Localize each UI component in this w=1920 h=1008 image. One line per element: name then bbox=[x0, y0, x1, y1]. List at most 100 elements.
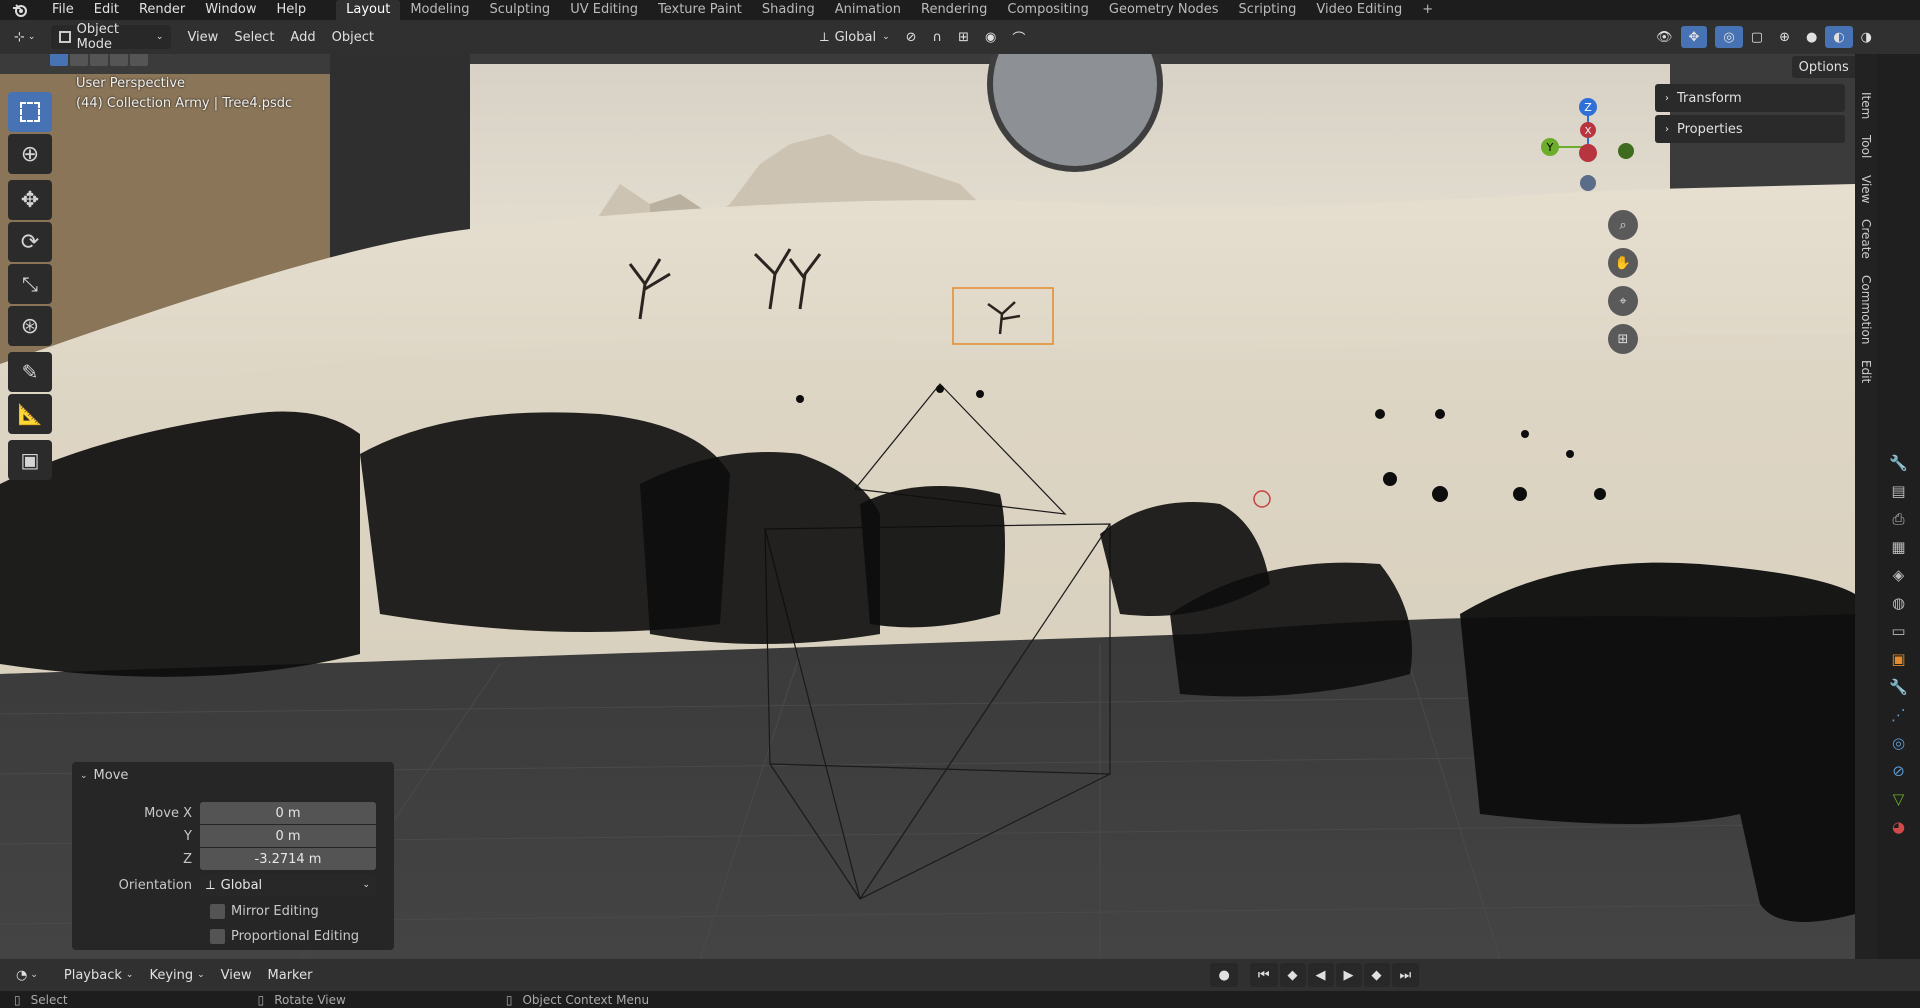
next-keyframe-button[interactable]: ◆ bbox=[1363, 963, 1390, 987]
timeline-menu-marker[interactable]: Marker bbox=[260, 963, 321, 987]
modifier-properties-icon[interactable]: 🔧 bbox=[1889, 678, 1908, 696]
orientation-select[interactable]: ⟂ Global ⌄ bbox=[200, 874, 376, 896]
move-x-field[interactable]: 0 m bbox=[200, 802, 376, 824]
select-subtract-mode-icon[interactable] bbox=[90, 54, 108, 66]
tab-layout[interactable]: Layout bbox=[336, 0, 401, 20]
collection-properties-icon[interactable]: ▭ bbox=[1891, 622, 1905, 640]
view-layer-icon[interactable]: ▦ bbox=[1891, 538, 1905, 556]
zoom-icon[interactable]: ⌕ bbox=[1608, 210, 1638, 240]
select-box-tool[interactable] bbox=[8, 92, 52, 132]
pan-hand-icon[interactable]: ✋ bbox=[1608, 248, 1638, 278]
timeline-menu-keying[interactable]: Keying ⌄ bbox=[141, 963, 212, 987]
header-menu-select[interactable]: Select bbox=[226, 25, 282, 49]
rotate-tool[interactable]: ⟳ bbox=[8, 222, 52, 262]
material-properties-icon[interactable]: ◕ bbox=[1892, 818, 1905, 836]
scene-properties-icon[interactable]: ◈ bbox=[1893, 566, 1905, 584]
tab-compositing[interactable]: Compositing bbox=[997, 0, 1099, 20]
tab-video-editing[interactable]: Video Editing bbox=[1306, 0, 1412, 20]
gizmo-toggle-button[interactable]: ✥ bbox=[1680, 26, 1708, 48]
tab-sculpting[interactable]: Sculpting bbox=[479, 0, 560, 20]
shading-material-button[interactable]: ◐ bbox=[1825, 26, 1853, 48]
select-intersect-mode-icon[interactable] bbox=[130, 54, 148, 66]
menu-render[interactable]: Render bbox=[129, 0, 195, 20]
physics-properties-icon[interactable]: ◎ bbox=[1892, 734, 1905, 752]
move-z-field[interactable]: -3.2714 m bbox=[200, 848, 376, 870]
select-invert-mode-icon[interactable] bbox=[110, 54, 128, 66]
jump-start-button[interactable]: ⏮ bbox=[1249, 963, 1278, 987]
properties-panel-header[interactable]: › Properties bbox=[1655, 115, 1845, 143]
tab-uv-editing[interactable]: UV Editing bbox=[560, 0, 648, 20]
tab-texture-paint[interactable]: Texture Paint bbox=[648, 0, 752, 20]
proportional-editing-checkbox[interactable] bbox=[210, 928, 225, 944]
measure-tool[interactable]: 📐 bbox=[8, 394, 52, 434]
navigation-gizmo[interactable]: Z Y X bbox=[1540, 92, 1640, 202]
output-properties-icon[interactable]: ⎙ bbox=[1892, 510, 1904, 528]
cursor-tool[interactable]: ⊕ bbox=[8, 134, 52, 174]
render-properties-icon[interactable]: ▤ bbox=[1891, 482, 1905, 500]
orientation-dropdown[interactable]: ⟂ Global ⌄ bbox=[812, 25, 898, 49]
camera-view-icon[interactable]: ⌖ bbox=[1608, 286, 1638, 316]
shading-solid-button[interactable]: ● bbox=[1798, 25, 1825, 49]
tab-modeling[interactable]: Modeling bbox=[400, 0, 479, 20]
data-properties-icon[interactable]: ▽ bbox=[1893, 790, 1905, 808]
tab-scripting[interactable]: Scripting bbox=[1229, 0, 1307, 20]
timeline-editor-type[interactable]: ◔ ⌄ bbox=[8, 963, 46, 987]
blender-logo-icon[interactable] bbox=[10, 0, 30, 20]
shading-wireframe-button[interactable]: ⊕ bbox=[1771, 25, 1798, 49]
tab-commotion[interactable]: Commotion bbox=[1855, 267, 1877, 352]
menu-window[interactable]: Window bbox=[195, 0, 266, 20]
record-button[interactable]: ● bbox=[1210, 963, 1238, 987]
prev-keyframe-button[interactable]: ◆ bbox=[1279, 963, 1306, 987]
select-extend-mode-icon[interactable] bbox=[70, 54, 88, 66]
move-panel-header[interactable]: ⌄ Move bbox=[80, 768, 128, 783]
mirror-editing-checkbox[interactable] bbox=[210, 903, 225, 919]
world-properties-icon[interactable]: ◍ bbox=[1892, 594, 1905, 612]
tool-properties-icon[interactable]: 🔧 bbox=[1889, 454, 1908, 472]
shading-rendered-button[interactable]: ◑ bbox=[1853, 25, 1880, 49]
header-menu-object[interactable]: Object bbox=[324, 25, 382, 49]
tab-view[interactable]: View bbox=[1855, 167, 1877, 211]
play-button[interactable]: ▶ bbox=[1335, 963, 1362, 987]
overlay-toggle-button[interactable]: ◎ bbox=[1715, 26, 1743, 48]
pivot-point-button[interactable]: ⊘ bbox=[898, 25, 925, 49]
add-cube-tool[interactable]: ▣ bbox=[8, 440, 52, 480]
tab-geometry-nodes[interactable]: Geometry Nodes bbox=[1099, 0, 1229, 20]
transform-panel-header[interactable]: › Transform bbox=[1655, 84, 1845, 112]
proportional-edit-button[interactable]: ◉ bbox=[977, 25, 1004, 49]
move-tool[interactable]: ✥ bbox=[8, 180, 52, 220]
move-y-field[interactable]: 0 m bbox=[200, 825, 376, 847]
timeline-menu-playback[interactable]: Playback ⌄ bbox=[56, 963, 142, 987]
annotate-tool[interactable]: ✎ bbox=[8, 352, 52, 392]
header-menu-add[interactable]: Add bbox=[282, 25, 323, 49]
tab-edit[interactable]: Edit bbox=[1855, 352, 1877, 391]
select-box-mode-icon[interactable] bbox=[50, 54, 68, 66]
particle-properties-icon[interactable]: ⋰ bbox=[1891, 706, 1906, 724]
menu-help[interactable]: Help bbox=[267, 0, 317, 20]
xray-button[interactable]: ▢ bbox=[1743, 25, 1771, 49]
header-menu-view[interactable]: View bbox=[179, 25, 226, 49]
constraint-properties-icon[interactable]: ⊘ bbox=[1892, 762, 1905, 780]
jump-end-button[interactable]: ⏭ bbox=[1391, 963, 1420, 987]
tab-tool[interactable]: Tool bbox=[1855, 127, 1877, 166]
snap-target-button[interactable]: ⊞ bbox=[950, 25, 977, 49]
tab-shading[interactable]: Shading bbox=[752, 0, 825, 20]
menu-edit[interactable]: Edit bbox=[84, 0, 129, 20]
object-properties-icon[interactable]: ▣ bbox=[1891, 650, 1905, 668]
tab-create[interactable]: Create bbox=[1855, 211, 1877, 267]
play-reverse-button[interactable]: ◀ bbox=[1307, 963, 1334, 987]
mode-dropdown[interactable]: Object Mode ⌄ bbox=[51, 22, 172, 52]
tab-animation[interactable]: Animation bbox=[825, 0, 911, 20]
menu-file[interactable]: File bbox=[42, 0, 84, 20]
visibility-button[interactable]: 👁 bbox=[1648, 25, 1681, 49]
add-workspace-icon[interactable]: + bbox=[1412, 0, 1443, 20]
status-rotate-view: Rotate View bbox=[274, 992, 346, 1007]
falloff-button[interactable]: ⌒ bbox=[1004, 25, 1033, 49]
tab-rendering[interactable]: Rendering bbox=[911, 0, 997, 20]
scale-tool[interactable]: ⤡ bbox=[8, 264, 52, 304]
tab-item[interactable]: Item bbox=[1855, 84, 1877, 127]
perspective-grid-icon[interactable]: ⊞ bbox=[1608, 324, 1638, 354]
editor-type-button[interactable]: ⊹ ⌄ bbox=[6, 25, 43, 49]
transform-tool[interactable]: ⊛ bbox=[8, 306, 52, 346]
timeline-menu-view[interactable]: View bbox=[213, 963, 260, 987]
snap-button[interactable]: ∩ bbox=[925, 25, 951, 49]
